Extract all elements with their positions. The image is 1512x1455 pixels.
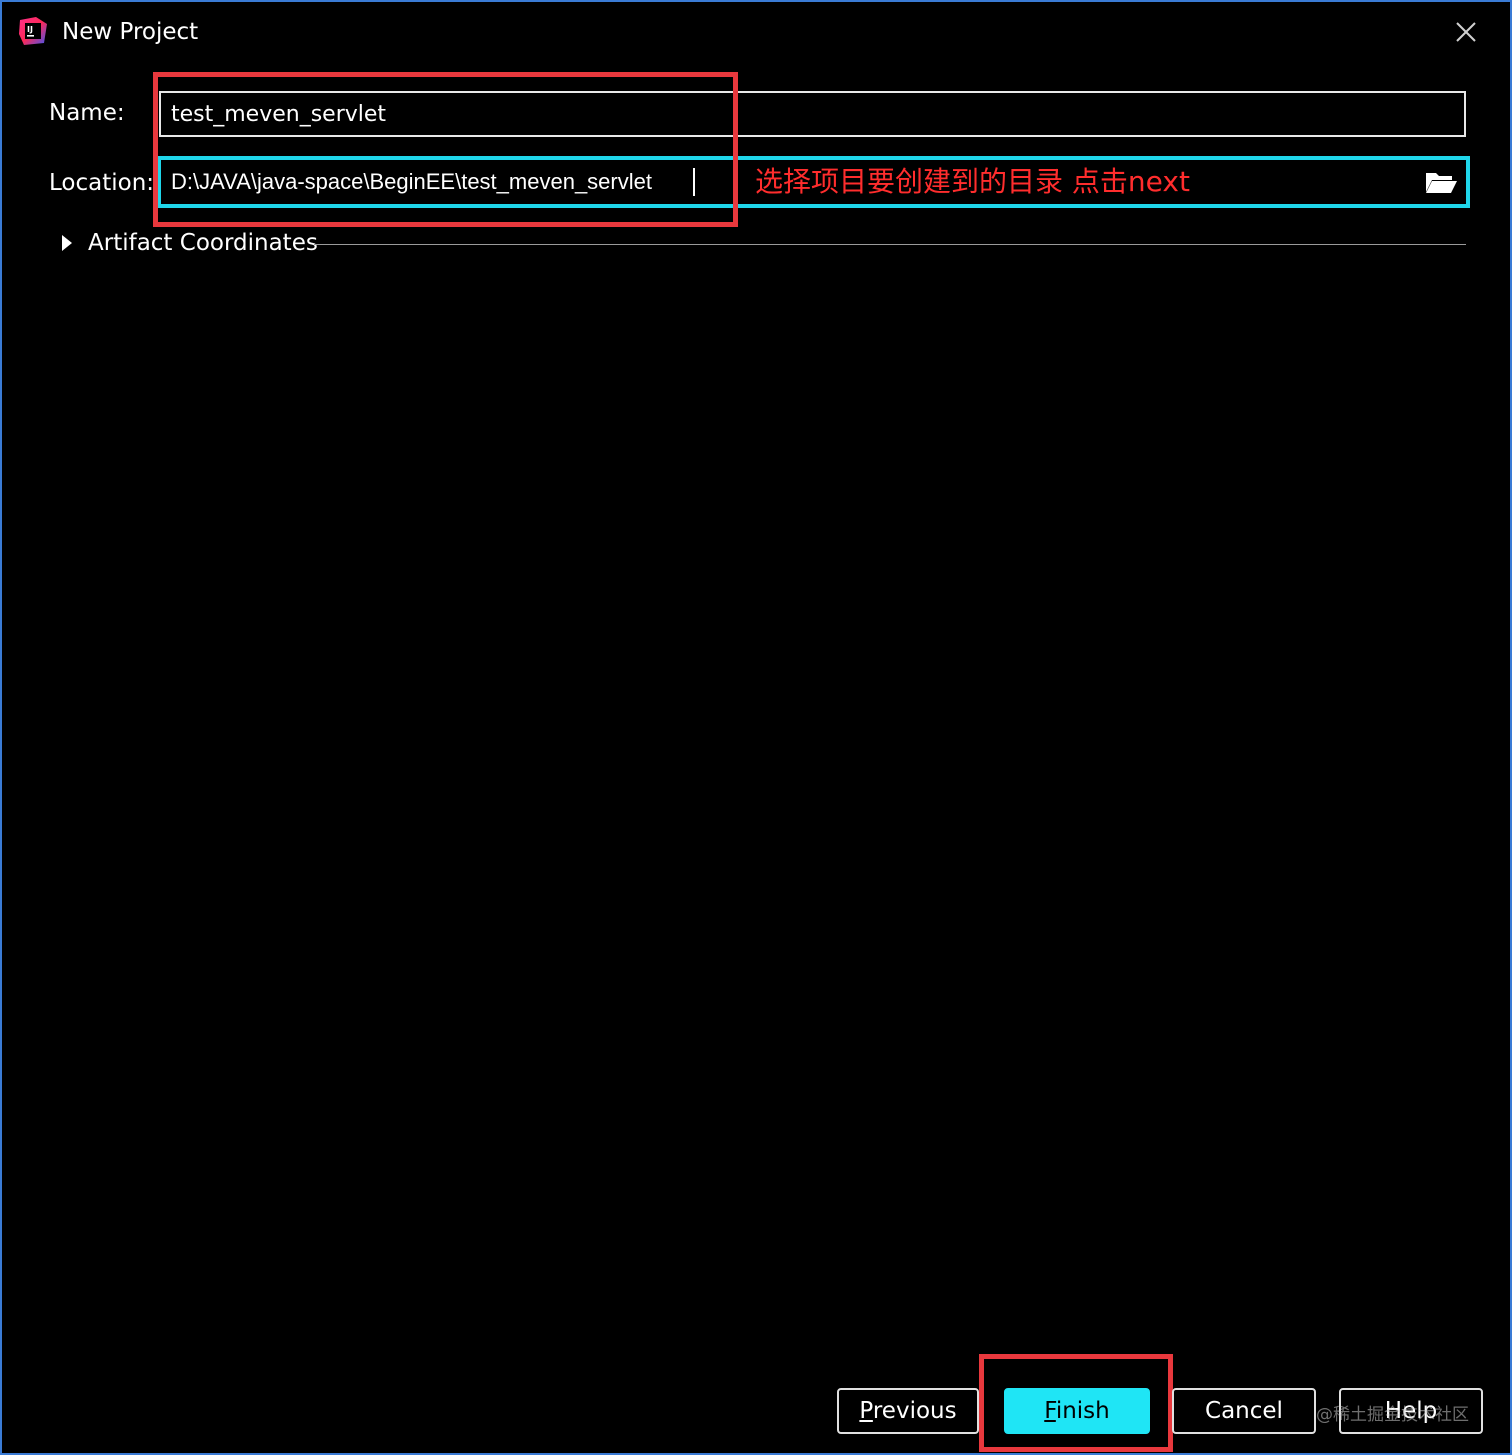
previous-label: revious — [872, 1398, 957, 1424]
finish-label: inish — [1055, 1398, 1110, 1424]
cancel-button[interactable]: Cancel — [1172, 1388, 1316, 1434]
artifact-coordinates-toggle[interactable]: Artifact Coordinates — [58, 228, 1468, 260]
close-icon[interactable] — [1452, 18, 1480, 46]
title-bar: IJ New Project — [2, 2, 1510, 62]
window-title: New Project — [62, 19, 199, 45]
name-input[interactable] — [159, 91, 1466, 137]
artifact-coordinates-label: Artifact Coordinates — [88, 230, 318, 256]
finish-mnemonic: F — [1044, 1398, 1056, 1424]
annotation-text: 选择项目要创建到的目录 点击next — [755, 165, 1190, 198]
new-project-dialog: IJ New Project Name: Location: 选择项目要创建到的… — [0, 0, 1512, 1455]
location-input[interactable] — [161, 160, 695, 204]
location-label: Location: — [49, 170, 155, 196]
finish-button[interactable]: Finish — [1004, 1388, 1150, 1434]
svg-text:IJ: IJ — [27, 25, 33, 34]
location-field[interactable]: 选择项目要创建到的目录 点击next — [157, 156, 1470, 208]
section-divider — [314, 244, 1466, 245]
intellij-idea-icon: IJ — [19, 17, 47, 45]
previous-mnemonic: P — [859, 1398, 873, 1424]
text-caret — [693, 168, 695, 196]
name-label: Name: — [49, 100, 125, 126]
previous-button[interactable]: Previous — [837, 1388, 979, 1434]
folder-open-icon[interactable] — [1424, 168, 1458, 196]
help-button[interactable]: Help — [1339, 1388, 1483, 1434]
triangle-right-icon — [62, 235, 72, 251]
